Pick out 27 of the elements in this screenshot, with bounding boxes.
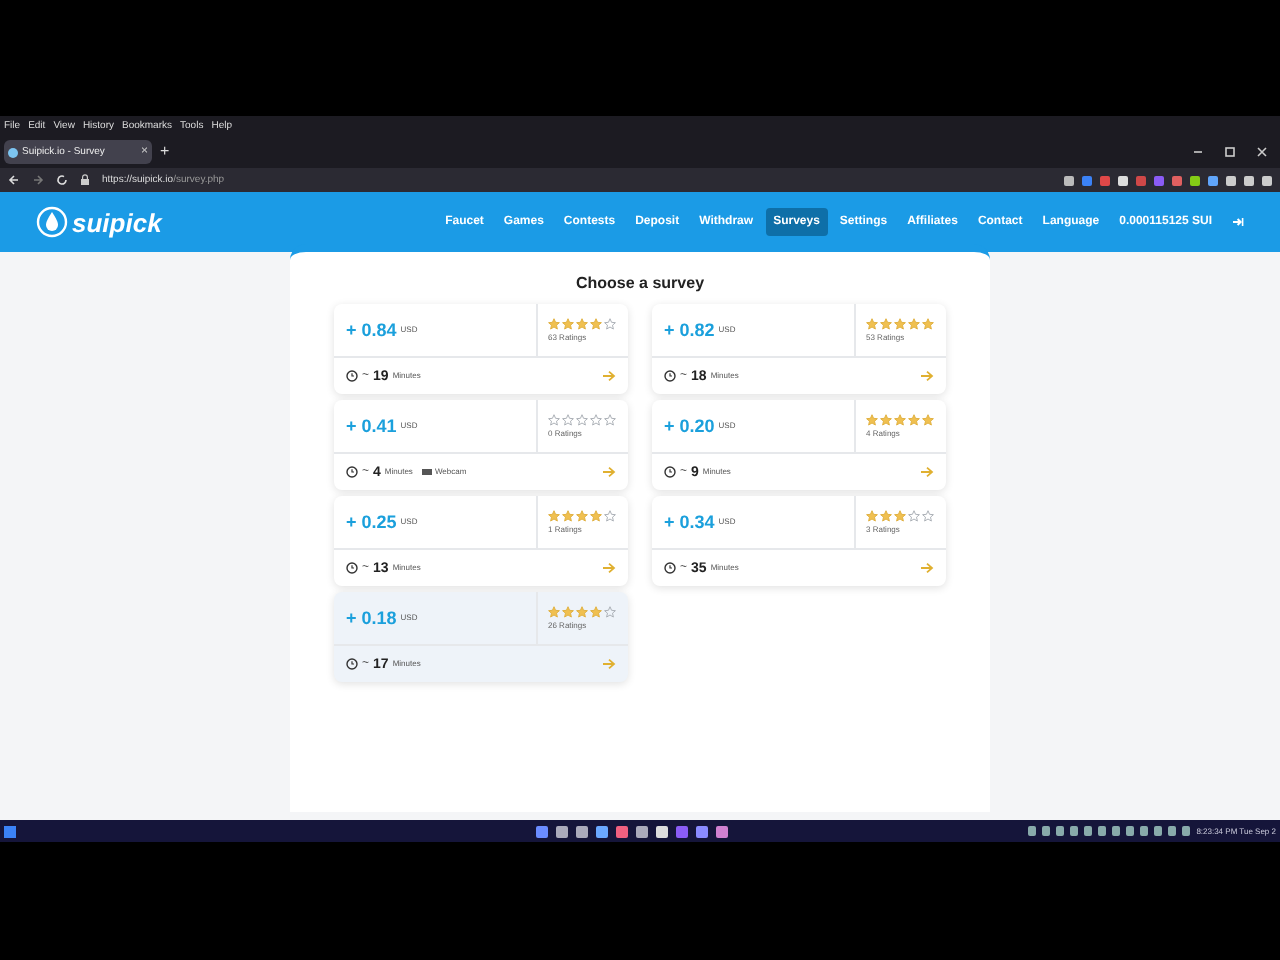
camera-icon xyxy=(422,468,433,476)
clock-icon xyxy=(346,658,358,670)
payout-amount: + 0.41 xyxy=(346,417,397,435)
new-tab-button[interactable]: + xyxy=(160,144,170,160)
site-favicon-icon xyxy=(8,147,18,157)
payout-amount: + 0.34 xyxy=(664,513,715,531)
close-icon[interactable] xyxy=(1256,146,1268,158)
clock-icon xyxy=(346,370,358,382)
maximize-icon[interactable] xyxy=(1224,146,1236,158)
payout-amount: + 0.25 xyxy=(346,513,397,531)
clock-icon xyxy=(664,370,676,382)
reload-icon[interactable] xyxy=(56,174,68,186)
payout-amount: + 0.20 xyxy=(664,417,715,435)
clock-icon xyxy=(346,562,358,574)
payout-amount: + 0.84 xyxy=(346,321,397,339)
lock-icon xyxy=(80,174,90,186)
droplet-logo-icon xyxy=(36,206,68,238)
minimize-icon[interactable] xyxy=(1192,146,1204,158)
logout-icon[interactable] xyxy=(1232,216,1244,228)
clock-icon xyxy=(664,466,676,478)
payout-amount: + 0.82 xyxy=(664,321,715,339)
clock-icon xyxy=(664,562,676,574)
page-heading: Choose a survey xyxy=(575,272,705,296)
back-icon[interactable] xyxy=(8,174,20,186)
clock-icon xyxy=(346,466,358,478)
payout-amount: + 0.18 xyxy=(346,609,397,627)
forward-icon[interactable] xyxy=(32,174,44,186)
